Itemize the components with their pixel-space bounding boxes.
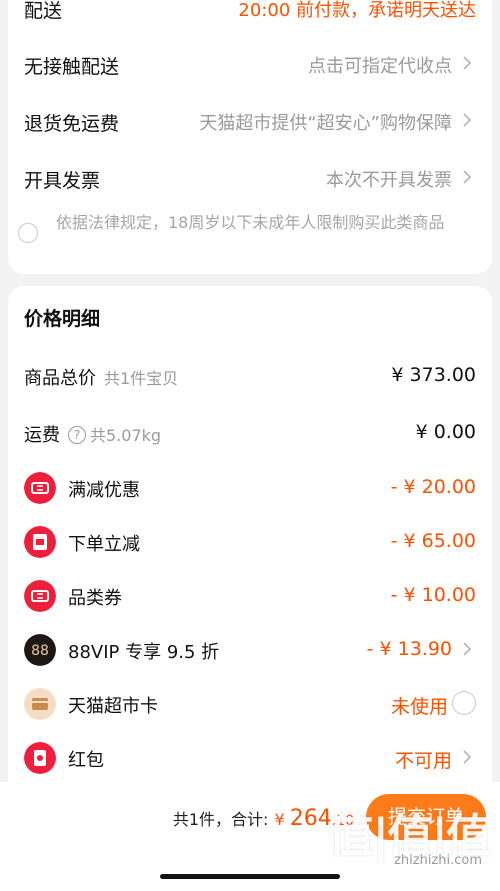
instant-discount-label: 下单立减 xyxy=(68,534,140,555)
goods-total-row: 商品总价 共1件宝贝 ¥ 373.00 xyxy=(8,356,492,396)
red-packet-label: 红包 xyxy=(68,750,104,771)
vip-discount-value: - ¥ 13.90 xyxy=(366,638,452,660)
chevron-right-icon xyxy=(463,56,472,70)
total-label: 合计: xyxy=(231,810,269,829)
ticket-icon xyxy=(24,580,56,612)
red-packet-row[interactable]: 红包 不可用 xyxy=(8,738,492,778)
age-restriction-text: 依据法律规定，18周岁以下未成年人限制购买此类商品 xyxy=(56,213,445,232)
delivery-label: 配送 xyxy=(24,0,63,22)
vip-discount-label: 88VIP 专享 9.5 折 xyxy=(68,642,220,663)
tmall-card-row[interactable]: 天猫超市卡 未使用 xyxy=(8,684,492,724)
category-coupon-value: - ¥ 10.00 xyxy=(390,584,476,606)
category-coupon-row: 品类券 - ¥ 10.00 xyxy=(8,576,492,616)
goods-total-label: 商品总价 xyxy=(24,368,96,389)
instant-discount-icon xyxy=(24,526,56,558)
contactless-delivery-row[interactable]: 无接触配送 点击可指定代收点 xyxy=(8,44,492,84)
item-count: 共1件， xyxy=(172,810,232,829)
free-return-shipping-value: 天猫超市提供“超安心”购物保障 xyxy=(199,113,452,134)
full-reduction-row: 满减优惠 - ¥ 20.00 xyxy=(8,468,492,508)
chevron-right-icon xyxy=(463,642,472,656)
tmall-card-radio[interactable] xyxy=(452,691,476,715)
chevron-right-icon xyxy=(463,750,472,764)
order-total: 共1件，合计: ¥ 264.10 xyxy=(173,806,354,831)
delivery-row: 配送 20:00 前付款，承诺明天送达 xyxy=(8,0,492,28)
shipping-value: ¥ 0.00 xyxy=(415,421,476,443)
instant-discount-value: - ¥ 65.00 xyxy=(390,530,476,552)
tmall-card-label: 天猫超市卡 xyxy=(68,696,158,717)
invoice-row[interactable]: 开具发票 本次不开具发票 xyxy=(8,158,492,198)
vip-discount-row[interactable]: 88 88VIP 专享 9.5 折 - ¥ 13.90 xyxy=(8,630,492,670)
red-packet-value: 不可用 xyxy=(394,750,452,772)
free-return-shipping-row[interactable]: 退货免运费 天猫超市提供“超安心”购物保障 xyxy=(8,101,492,141)
home-indicator[interactable] xyxy=(160,874,340,879)
instant-discount-row: 下单立减 - ¥ 65.00 xyxy=(8,522,492,562)
watermark-url: zhizhizhi.com xyxy=(394,853,482,868)
invoice-value: 本次不开具发票 xyxy=(326,170,452,191)
delivery-card: 配送 20:00 前付款，承诺明天送达 无接触配送 点击可指定代收点 退货免运费… xyxy=(8,0,492,274)
card-icon xyxy=(24,688,56,720)
contactless-delivery-label: 无接触配送 xyxy=(24,56,120,78)
red-packet-icon xyxy=(24,742,56,774)
help-icon[interactable]: ? xyxy=(68,426,86,444)
svg-text:88: 88 xyxy=(31,643,49,659)
agree-radio[interactable] xyxy=(18,223,38,243)
ticket-icon xyxy=(24,472,56,504)
goods-count: 共1件宝贝 xyxy=(104,369,179,388)
goods-total-value: ¥ 373.00 xyxy=(391,364,476,386)
shipping-weight: 共5.07kg xyxy=(90,426,162,445)
price-details-card: 价格明细 商品总价 共1件宝贝 ¥ 373.00 运费? 共5.07kg ¥ 0.0… xyxy=(8,286,492,782)
invoice-label: 开具发票 xyxy=(24,170,101,192)
shipping-row: 运费? 共5.07kg ¥ 0.00 xyxy=(8,413,492,453)
free-return-shipping-label: 退货免运费 xyxy=(24,113,120,135)
total-amount-integer: 264 xyxy=(289,806,332,831)
category-coupon-label: 品类券 xyxy=(68,588,122,609)
tmall-card-value: 未使用 xyxy=(390,696,448,718)
chevron-right-icon xyxy=(463,113,472,127)
contactless-delivery-value: 点击可指定代收点 xyxy=(308,56,452,77)
shipping-label: 运费 xyxy=(24,425,60,446)
total-currency: ¥ xyxy=(274,810,285,829)
chevron-right-icon xyxy=(463,170,472,184)
full-reduction-value: - ¥ 20.00 xyxy=(390,476,476,498)
price-details-title: 价格明细 xyxy=(24,308,101,330)
88vip-icon: 88 xyxy=(24,634,56,666)
full-reduction-label: 满减优惠 xyxy=(68,480,140,501)
delivery-promise: 20:00 前付款，承诺明天送达 xyxy=(238,0,476,21)
